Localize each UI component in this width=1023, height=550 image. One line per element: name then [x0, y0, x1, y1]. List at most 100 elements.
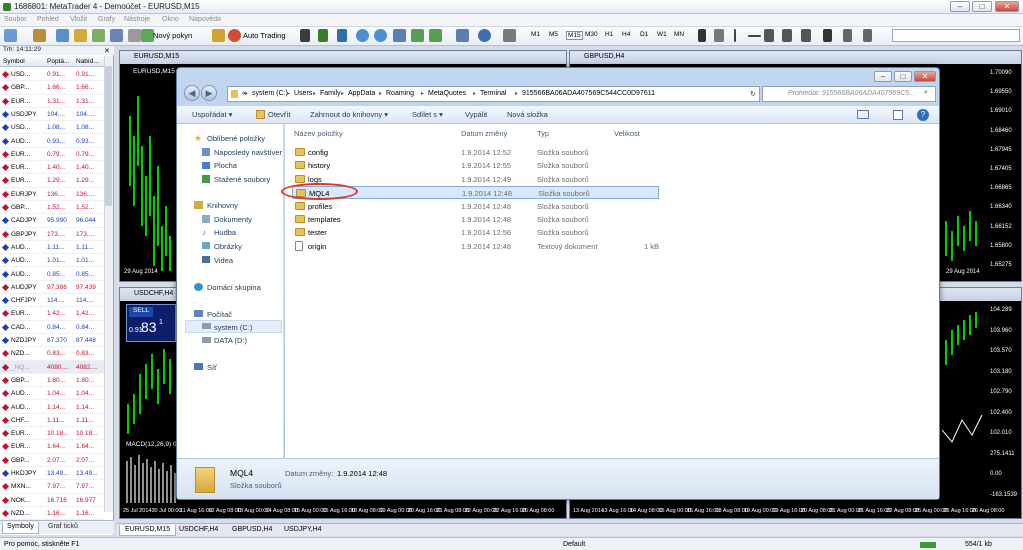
one-click-trading-panel[interactable]: SELL 0.91 83 1 [126, 304, 176, 342]
terminal-icon[interactable] [110, 29, 123, 42]
maximize-button[interactable]: □ [972, 1, 992, 12]
menu-file[interactable]: Soubor [4, 16, 27, 23]
nav-documents[interactable]: Dokumenty [214, 215, 252, 224]
search-input[interactable]: Prohledat: 915566BA06ADA407569C5... ⌕ [762, 86, 936, 102]
explorer-maximize-button[interactable]: □ [894, 71, 912, 82]
include-in-library-button[interactable]: Zahrnout do knihovny ▾ [310, 110, 388, 119]
bar-chart-icon[interactable] [300, 29, 310, 42]
market-row[interactable]: NOK... 16.716 16.977 [0, 494, 104, 507]
chevron-right-icon[interactable]: ▸ [287, 90, 290, 97]
market-row[interactable]: NZDJPY 87.370 87.448 [0, 334, 104, 348]
chevron-right-icon[interactable]: ▸ [341, 90, 344, 97]
burn-button[interactable]: Vypálit [465, 110, 487, 119]
tf-w1[interactable]: W1 [657, 31, 667, 38]
chevron-right-icon[interactable]: ▸ [245, 90, 248, 97]
market-row[interactable]: USD... 1.08... 1.08... [0, 121, 104, 135]
market-row[interactable]: USD... 0.91... 0.91... [0, 68, 104, 82]
chevron-right-icon[interactable]: ▸ [515, 90, 518, 97]
column-ask[interactable]: Nabíd... [76, 58, 99, 65]
market-row[interactable]: EUR... 0.79... 0.79... [0, 148, 104, 162]
market-row[interactable]: AUD... 0.85... 0.85... [0, 268, 104, 281]
nav-recent-places[interactable]: Naposledy navštíver [214, 148, 282, 157]
tab-gbpusd-h4[interactable]: GBPUSD,H4 [227, 525, 277, 536]
data-window-icon[interactable] [74, 29, 87, 42]
forward-button[interactable]: ▶ [201, 85, 217, 101]
file-row[interactable]: origin 1.9.2014 12:48 Textový dokument 1 kB [292, 240, 659, 253]
nav-pictures[interactable]: Obrázky [214, 242, 242, 251]
breadcrumb-item[interactable]: Roaming [386, 90, 414, 97]
tile-windows-icon[interactable] [393, 29, 406, 42]
market-row[interactable]: GBP... 2.07... 2.07... [0, 454, 104, 467]
tf-m1[interactable]: M1 [531, 31, 540, 38]
tester-icon[interactable] [128, 29, 141, 42]
periods-icon[interactable] [478, 29, 491, 42]
nav-homegroup[interactable]: Domácí skupina [207, 283, 261, 292]
market-row[interactable]: MXN... 7.97... 7.97... [0, 480, 104, 494]
market-row[interactable]: GBP... 1.52... 1.52... [0, 201, 104, 215]
chart-shift-icon[interactable] [429, 29, 442, 42]
tf-h4[interactable]: H4 [622, 31, 630, 38]
open-button[interactable]: Otevřít [268, 110, 291, 119]
navigator-icon[interactable] [92, 29, 105, 42]
menu-charts[interactable]: Grafy [98, 16, 115, 23]
menu-help[interactable]: Nápověda [189, 16, 221, 23]
nav-drive-d[interactable]: DATA (D:) [214, 336, 247, 345]
new-folder-button[interactable]: Nová složka [507, 110, 548, 119]
menu-insert[interactable]: Vložit [70, 16, 87, 23]
column-name[interactable]: Název položky [294, 129, 343, 138]
chevron-right-icon[interactable]: ▸ [421, 90, 424, 97]
breadcrumb-item[interactable]: Terminal [480, 90, 506, 97]
column-bid[interactable]: Poptá... [47, 58, 69, 65]
channel-icon[interactable] [782, 29, 792, 42]
templates-icon[interactable] [503, 29, 516, 42]
vertical-line-icon[interactable] [734, 29, 736, 42]
market-row[interactable]: AUD... 1.01... 1.01... [0, 254, 104, 268]
line-chart-icon[interactable] [337, 29, 347, 42]
candlestick-icon[interactable] [318, 29, 328, 42]
market-row[interactable]: AUD... 1.04... 1.04... [0, 387, 104, 401]
breadcrumb-item[interactable]: system (C:) [252, 90, 288, 97]
tf-m30[interactable]: M30 [585, 31, 598, 38]
file-row[interactable]: history 1.9.2014 12:55 Složka souborů [292, 159, 659, 172]
nav-network[interactable]: Síť [207, 363, 217, 372]
market-row[interactable]: GBP... 1.80... 1.80... [0, 374, 104, 388]
new-chart-icon[interactable] [4, 29, 17, 42]
breadcrumb-item[interactable]: 915566BA06ADA407569C544CC0D97611 [522, 90, 655, 97]
menu-tools[interactable]: Nástroje [124, 16, 150, 23]
tab-tick-chart[interactable]: Graf ticků [44, 522, 82, 534]
nav-libraries[interactable]: Knihovny [207, 201, 238, 210]
market-row[interactable]: CHF... 1.11... 1.11... [0, 414, 104, 428]
market-row[interactable]: _NQ... 4080.... 4082.... [0, 360, 104, 374]
tab-usdchf-h4[interactable]: USDCHF,H4 [174, 525, 223, 536]
autoscroll-icon[interactable] [411, 29, 424, 42]
market-row[interactable]: EURJPY 136.... 136.... [0, 188, 104, 201]
nav-downloads[interactable]: Stažené soubory [214, 175, 270, 184]
market-row[interactable]: EUR... 1.29... 1.29... [0, 174, 104, 188]
tab-eurusd-m15[interactable]: EURUSD,M15 [119, 525, 177, 536]
fibonacci-icon[interactable] [801, 29, 811, 42]
nav-music[interactable]: Hudba [214, 228, 236, 237]
tf-h1[interactable]: H1 [605, 31, 613, 38]
nav-favorites[interactable]: Oblíbené položky [207, 134, 265, 143]
breadcrumb-item[interactable]: Family [320, 90, 341, 97]
market-row[interactable]: GBP... 1.66... 1.66... [0, 81, 104, 95]
menu-view[interactable]: Pohled [37, 16, 59, 23]
explorer-close-button[interactable]: ✕ [914, 71, 936, 82]
market-row[interactable]: USDJPY 104.... 104.... [0, 108, 104, 122]
market-row[interactable]: CHFJPY 114.... 114.... [0, 294, 104, 308]
column-symbol[interactable]: Symbol [3, 58, 25, 65]
column-date-modified[interactable]: Datum změny [461, 129, 507, 138]
back-button[interactable]: ◀ [184, 85, 200, 101]
column-type[interactable]: Typ [537, 129, 549, 138]
refresh-icon[interactable]: ↻ [750, 90, 756, 98]
file-row[interactable]: logs 1.9.2014 12:49 Složka souborů [292, 173, 659, 186]
tf-mn[interactable]: MN [674, 31, 684, 38]
nav-drive-c[interactable]: system (C:) [214, 323, 252, 332]
scroll-thumb[interactable] [105, 66, 112, 206]
tf-m15[interactable]: M15 [566, 31, 583, 40]
horizontal-line-icon[interactable] [748, 35, 761, 37]
market-row[interactable]: EUR... 10.18... 10.18... [0, 427, 104, 441]
nav-computer[interactable]: Počítač [207, 310, 232, 319]
close-icon[interactable]: ✕ [104, 47, 110, 55]
address-bar[interactable]: «▸ system (C:) ▸ Users ▸ Family ▸ AppData ▸ Roami… [227, 86, 760, 102]
